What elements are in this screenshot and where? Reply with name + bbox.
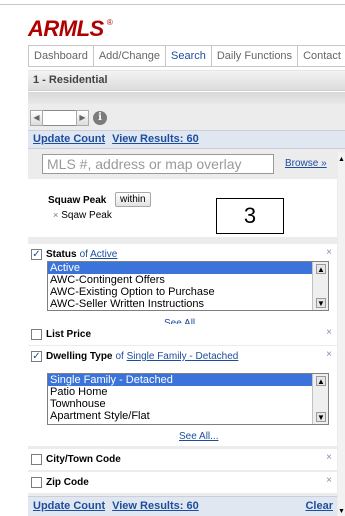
chevron-right-icon[interactable]: ▶ <box>76 110 89 126</box>
panel-scrollbar[interactable] <box>338 152 345 516</box>
zip-code-header: Zip Code × <box>28 472 337 494</box>
status-option[interactable]: AWC-Existing Option to Purchase <box>48 286 328 298</box>
status-label-text: Status <box>46 249 77 260</box>
view-results-link[interactable]: View Results: 60 <box>112 133 199 145</box>
header-separator <box>28 92 345 104</box>
browser-top-edge <box>0 0 345 5</box>
zip-code-label: Zip Code <box>46 477 89 488</box>
step-callout: 3 <box>216 198 284 234</box>
status-option[interactable]: Active <box>48 262 328 274</box>
within-button[interactable]: within <box>115 192 151 207</box>
dwelling-type-option[interactable]: Patio Home <box>48 386 328 398</box>
city-town-section: City/Town Code × <box>28 449 337 470</box>
city-town-label: City/Town Code <box>46 454 121 465</box>
dwelling-type-of: of Single Family - Detached <box>116 351 239 362</box>
list-price-header: List Price × <box>28 324 337 346</box>
location-filter: Squaw Peak within × Sqaw Peak <box>28 179 337 237</box>
status-of-text: of <box>79 249 88 260</box>
city-town-checkbox[interactable] <box>31 454 42 465</box>
zip-code-section: Zip Code × <box>28 472 337 493</box>
city-town-header: City/Town Code × <box>28 449 337 471</box>
close-icon[interactable]: × <box>326 349 332 360</box>
dwelling-type-see-all-link[interactable]: See All... <box>179 431 218 442</box>
dwelling-type-label-text: Dwelling Type <box>46 351 113 362</box>
update-count-link[interactable]: Update Count <box>33 133 105 145</box>
close-icon[interactable]: × <box>326 452 332 463</box>
view-results-link[interactable]: View Results: 60 <box>112 500 199 512</box>
scroll-up-icon[interactable]: ▲ <box>316 264 326 274</box>
status-value-link[interactable]: Active <box>90 249 117 260</box>
dwelling-type-header: ✓ Dwelling Type of Single Family - Detach… <box>28 346 337 368</box>
search-panel: ◀ ▶ i Update Count View Results: 60 MLS #… <box>28 104 345 516</box>
breadcrumb: 1 - Residential <box>28 70 345 91</box>
tab-contact[interactable]: Contact <box>297 45 345 67</box>
location-item-label: Sqaw Peak <box>61 210 112 221</box>
status-checkbox[interactable]: ✓ <box>31 249 42 260</box>
status-option[interactable]: AWC-Contingent Offers <box>48 274 328 286</box>
search-input[interactable]: MLS #, address or map overlay <box>42 154 274 174</box>
armls-logo: ARMLS ® <box>28 16 113 41</box>
tab-daily-functions[interactable]: Daily Functions <box>210 45 298 67</box>
list-price-section: List Price × <box>28 324 337 345</box>
zip-code-checkbox[interactable] <box>31 477 42 488</box>
location-item: × Sqaw Peak <box>53 210 112 221</box>
nav-divider <box>28 66 345 67</box>
dwelling-type-option[interactable]: Townhouse <box>48 398 328 410</box>
scroll-up-icon[interactable]: ▲ <box>316 376 326 386</box>
list-price-checkbox[interactable] <box>31 329 42 340</box>
close-icon[interactable]: × <box>326 327 332 338</box>
chevron-left-icon[interactable]: ◀ <box>30 110 43 126</box>
logo-text: ARMLS <box>28 16 104 41</box>
page-input[interactable] <box>43 110 76 126</box>
dwelling-type-label: Dwelling Type of Single Family - Detached <box>46 351 238 362</box>
remove-icon[interactable]: × <box>53 210 58 220</box>
clear-link[interactable]: Clear <box>305 497 333 515</box>
dwelling-type-option[interactable]: Single Family - Detached <box>48 374 328 386</box>
status-option[interactable]: AWC-Seller Written Instructions <box>48 298 328 310</box>
dwelling-type-listbox-scrollbar[interactable]: ▲ ▼ <box>312 374 328 424</box>
update-count-link[interactable]: Update Count <box>33 500 105 512</box>
status-of: of Active <box>80 249 118 260</box>
top-action-bar: Update Count View Results: 60 <box>28 130 345 149</box>
bottom-action-bar: Update Count View Results: 60 Clear <box>28 496 337 516</box>
scroll-down-icon[interactable]: ▼ <box>338 508 345 515</box>
dwelling-type-of-text: of <box>115 351 124 362</box>
list-price-label: List Price <box>46 329 92 340</box>
tab-search[interactable]: Search <box>165 45 211 67</box>
location-title: Squaw Peak <box>48 195 107 206</box>
dwelling-type-value-link[interactable]: Single Family - Detached <box>127 351 239 362</box>
dwelling-type-listbox[interactable]: Single Family - Detached Patio Home Town… <box>47 373 329 425</box>
status-label: Status of Active <box>46 249 117 260</box>
scroll-down-icon[interactable]: ▼ <box>316 298 326 308</box>
close-icon[interactable]: × <box>326 475 332 486</box>
registered-mark: ® <box>106 18 113 27</box>
browse-link[interactable]: Browse » <box>285 158 327 169</box>
status-section: ✓ Status of Active × Active AWC-Contingen… <box>28 244 337 335</box>
record-pager: ◀ ▶ i <box>30 109 107 127</box>
close-icon[interactable]: × <box>326 247 332 258</box>
dwelling-type-checkbox[interactable]: ✓ <box>31 351 42 362</box>
status-listbox-scrollbar[interactable]: ▲ ▼ <box>312 262 328 310</box>
status-listbox[interactable]: Active AWC-Contingent Offers AWC-Existin… <box>47 261 329 311</box>
tab-dashboard[interactable]: Dashboard <box>28 45 93 67</box>
tab-add-change[interactable]: Add/Change <box>92 45 165 67</box>
dwelling-type-section: ✓ Dwelling Type of Single Family - Detach… <box>28 346 337 446</box>
info-icon[interactable]: i <box>93 111 107 125</box>
scroll-up-icon[interactable]: ▲ <box>338 156 345 163</box>
main-nav: Dashboard Add/Change Search Daily Functi… <box>28 45 345 67</box>
scroll-down-icon[interactable]: ▼ <box>316 412 326 422</box>
dwelling-type-option[interactable]: Apartment Style/Flat <box>48 410 328 422</box>
